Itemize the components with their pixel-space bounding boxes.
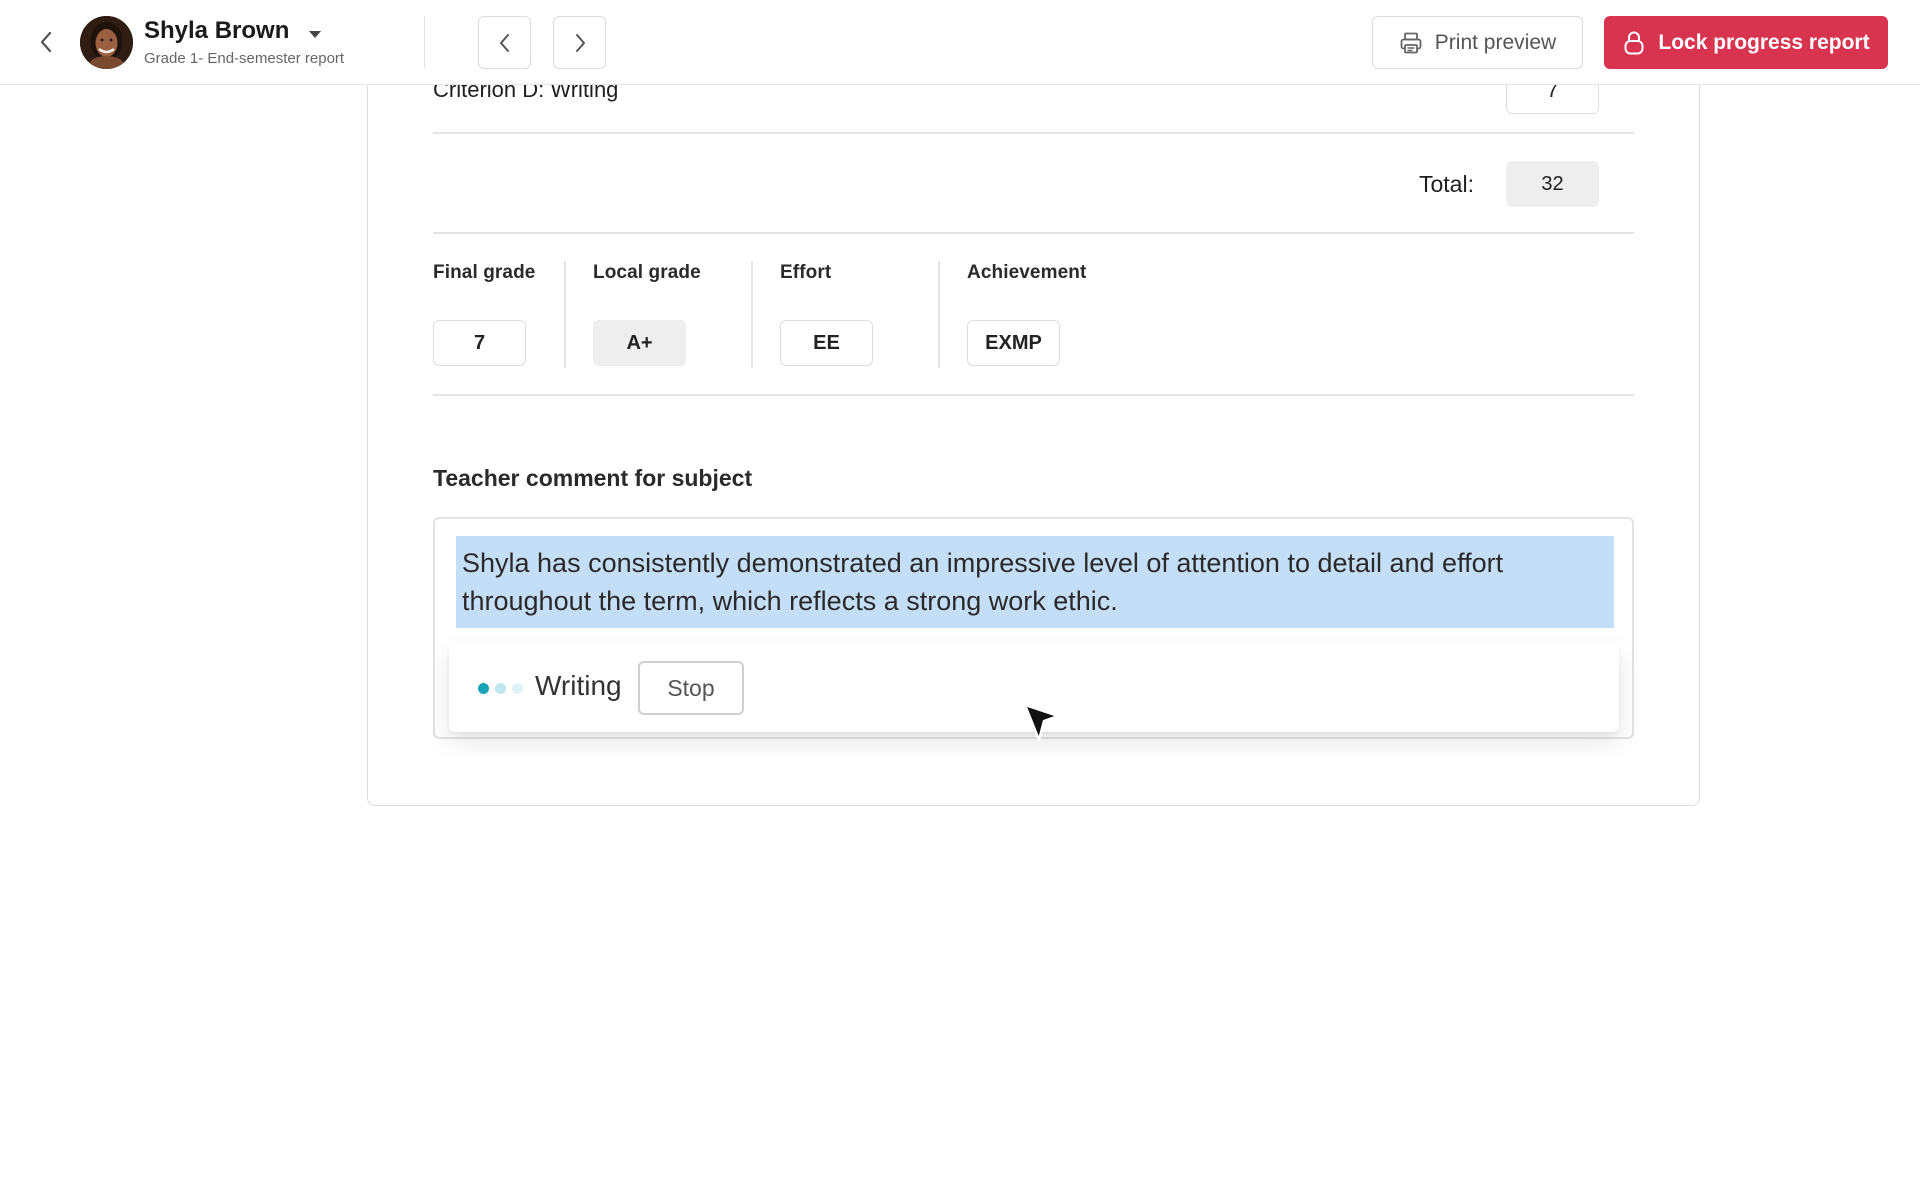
progress-dot xyxy=(478,683,489,694)
divider xyxy=(433,394,1634,396)
print-preview-button[interactable]: Print preview xyxy=(1372,16,1583,69)
mouse-cursor-icon xyxy=(1023,703,1060,742)
printer-icon xyxy=(1400,32,1422,53)
previous-student-button[interactable] xyxy=(478,16,531,69)
divider xyxy=(433,132,1634,134)
lock-progress-report-button[interactable]: Lock progress report xyxy=(1604,16,1888,69)
progress-dot xyxy=(512,683,523,694)
total-score-box: 32 xyxy=(1506,161,1599,207)
achievement-box[interactable]: EXMP xyxy=(967,320,1060,366)
progress-dot xyxy=(495,683,506,694)
local-grade-label: Local grade xyxy=(593,262,701,283)
grade-divider xyxy=(564,261,566,368)
local-grade-box[interactable]: A+ xyxy=(593,320,686,366)
final-grade-box[interactable]: 7 xyxy=(433,320,526,366)
chevron-right-icon xyxy=(575,33,585,52)
grade-divider xyxy=(751,261,753,368)
final-grade-label: Final grade xyxy=(433,262,536,283)
effort-box[interactable]: EE xyxy=(780,320,873,366)
report-subtitle: Grade 1- End-semester report xyxy=(144,50,345,67)
grade-divider xyxy=(938,261,940,368)
effort-column: Effort EE xyxy=(780,262,873,366)
avatar-photo xyxy=(80,16,133,69)
teacher-comment-title: Teacher comment for subject xyxy=(433,465,753,491)
achievement-column: Achievement EXMP xyxy=(967,262,1087,366)
chevron-left-icon xyxy=(499,33,509,52)
caret-down-icon xyxy=(309,31,321,38)
local-grade-column: Local grade A+ xyxy=(593,262,701,366)
student-name[interactable]: Shyla Brown xyxy=(144,17,289,45)
print-preview-label: Print preview xyxy=(1434,30,1557,54)
avatar[interactable] xyxy=(80,16,133,69)
next-student-button[interactable] xyxy=(553,16,606,69)
header-divider xyxy=(424,16,425,68)
teacher-comment-text[interactable]: Shyla has consistently demonstrated an i… xyxy=(456,536,1614,628)
lock-icon xyxy=(1624,31,1644,54)
effort-label: Effort xyxy=(780,262,832,283)
achievement-label: Achievement xyxy=(967,262,1087,283)
back-button[interactable] xyxy=(30,26,62,58)
writing-status: Writing xyxy=(535,670,622,701)
student-switcher-button[interactable] xyxy=(305,24,325,44)
top-bar: Shyla Brown Grade 1- End-semester report… xyxy=(0,0,1920,85)
writing-progress-dots xyxy=(478,683,523,694)
final-grade-column: Final grade 7 xyxy=(433,262,536,366)
divider xyxy=(433,232,1634,234)
stop-button[interactable]: Stop xyxy=(638,661,744,715)
total-label: Total: xyxy=(1419,171,1474,197)
chevron-left-icon xyxy=(40,31,52,53)
lock-progress-report-label: Lock progress report xyxy=(1658,30,1870,54)
